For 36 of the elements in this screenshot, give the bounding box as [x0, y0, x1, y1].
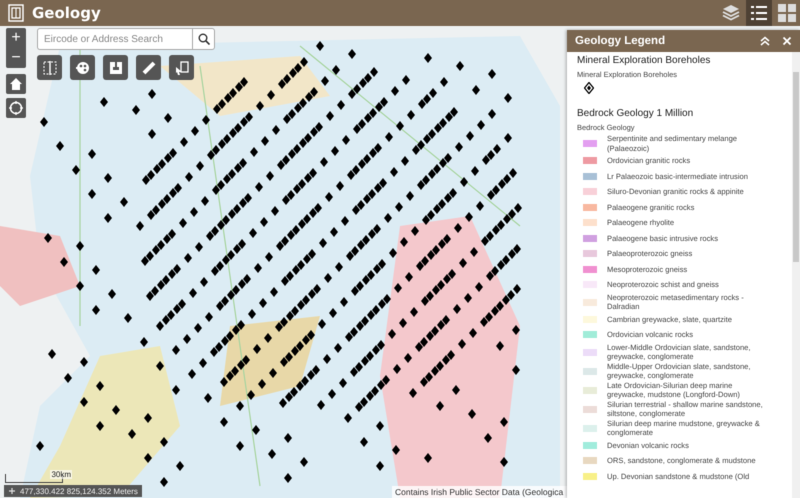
legend-widget-button[interactable] [746, 0, 772, 26]
print-tool-button[interactable] [103, 55, 128, 80]
palette-tool-button[interactable] [70, 55, 95, 80]
measure-tool-button[interactable] [136, 55, 161, 80]
scrollbar[interactable] [792, 52, 800, 498]
close-icon [782, 36, 792, 46]
ruler-icon [140, 60, 156, 76]
zoom-out-button[interactable]: − [6, 48, 26, 68]
home-button[interactable] [6, 74, 26, 94]
select-tool-button[interactable] [169, 55, 194, 80]
legend-section-title: Mineral Exploration Boreholes [577, 55, 712, 66]
split-icon [42, 60, 58, 76]
app-title: Geology [32, 4, 101, 22]
cursor-icon [174, 60, 190, 76]
home-icon [9, 77, 23, 91]
layers-icon [721, 3, 741, 23]
coordinates-text: 477,330.422 825,124.352 Meters [20, 486, 138, 496]
grid-icon [777, 3, 797, 23]
legend-title: Geology Legend [575, 35, 666, 47]
search-button[interactable] [192, 28, 215, 50]
attribution-text: Contains Irish Public Sector Data (Geologica [392, 486, 570, 498]
scale-label: 30km [50, 470, 72, 479]
tray-icon [110, 62, 122, 74]
double-chevron-icon [760, 36, 770, 46]
zoom-in-button[interactable]: + [6, 28, 26, 48]
search-icon [198, 33, 210, 45]
locate-button[interactable] [6, 98, 26, 118]
legend-section-title: Bedrock Geology 1 Million [577, 108, 694, 119]
app-logo-icon [8, 4, 24, 22]
crosshair-icon [8, 487, 16, 495]
locate-icon [9, 101, 23, 115]
palette-icon [74, 60, 90, 76]
search-field[interactable]: Eircode or Address Search [37, 28, 192, 50]
diamond-symbol-icon [584, 82, 594, 94]
list-icon [749, 3, 769, 23]
split-tool-button[interactable] [37, 55, 62, 80]
